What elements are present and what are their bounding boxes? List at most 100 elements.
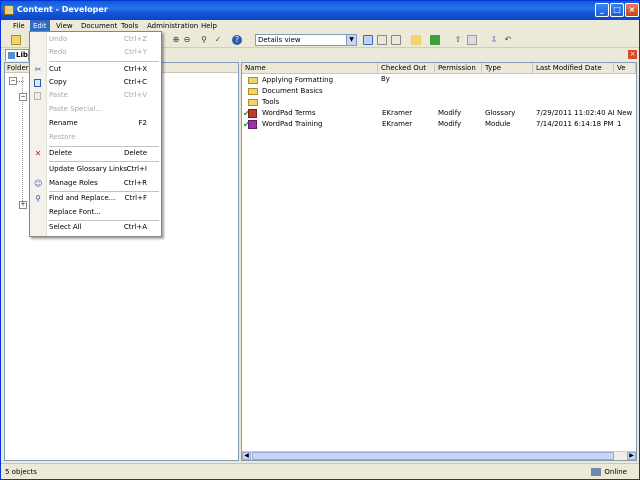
close-button[interactable]: × [625, 3, 639, 17]
scissors-icon: ✂ [34, 65, 42, 74]
menu-item-label: Paste Special... [49, 105, 103, 113]
column-header-permission[interactable]: Permission [435, 63, 482, 74]
folder-icon [248, 77, 258, 84]
copy-icon [34, 79, 41, 87]
row-name: WordPad Terms [262, 109, 316, 117]
menu-help[interactable]: Help [198, 20, 220, 32]
module-icon [248, 120, 257, 129]
menu-item-delete[interactable]: ✕ Delete Delete [30, 147, 161, 160]
status-bar: 5 objects Online [1, 463, 639, 479]
layout-vertical-icon[interactable] [391, 35, 401, 45]
menu-item-paste-special[interactable]: Paste Special... [30, 103, 161, 116]
row-name: Applying Formatting [262, 76, 334, 84]
column-header-checked-out-by[interactable]: Checked Out By [378, 63, 435, 83]
move-up-icon[interactable]: ⇧ [453, 35, 463, 45]
menu-item-shortcut: Ctrl+A [123, 223, 147, 231]
column-header-name[interactable]: Name [242, 63, 378, 74]
properties-icon[interactable] [467, 35, 477, 45]
refresh-icon[interactable] [430, 35, 440, 45]
row-modified: 7/14/2011 6:14:18 PM [536, 120, 614, 128]
menu-item-label: Manage Roles [49, 179, 98, 187]
edit-menu-dropdown: Undo Ctrl+Z Redo Ctrl+Y ✂ Cut Ctrl+X Cop… [29, 31, 162, 237]
column-header-last-modified[interactable]: Last Modified Date [533, 63, 614, 74]
menu-item-label: Paste [49, 91, 68, 99]
roles-icon: ☺ [34, 179, 43, 188]
menu-item-select-all[interactable]: Select All Ctrl+A [30, 221, 161, 234]
content-list-pane[interactable]: Name Checked Out By Permission Type Last… [241, 62, 637, 461]
row-version: 1 [617, 120, 622, 128]
scroll-right-icon[interactable]: ▶ [627, 452, 636, 460]
menu-item-shortcut: Ctrl+V [123, 91, 147, 99]
menu-item-shortcut: F2 [138, 119, 147, 127]
layout-single-icon[interactable] [363, 35, 373, 45]
spellcheck-icon[interactable]: ✓ [213, 35, 223, 45]
menu-item-paste[interactable]: Paste Ctrl+V [30, 89, 161, 102]
menu-item-label: Delete [49, 149, 72, 157]
menu-item-rename[interactable]: Rename F2 [30, 117, 161, 130]
menu-item-undo[interactable]: Undo Ctrl+Z [30, 33, 161, 46]
publish-icon[interactable] [411, 35, 421, 45]
help-icon[interactable]: ? [232, 35, 242, 45]
view-select[interactable]: Details view ▼ [255, 34, 357, 46]
menu-item-find-replace[interactable]: ⚲ Find and Replace... Ctrl+F [30, 192, 161, 205]
list-row[interactable]: Tools [242, 97, 636, 108]
title-bar[interactable]: Content - Developer _ □ × [1, 1, 639, 20]
layout-horizontal-icon[interactable] [377, 35, 387, 45]
tree-expand-icon[interactable]: + [19, 201, 27, 209]
maximize-button[interactable]: □ [610, 3, 624, 17]
scrollbar-thumb[interactable] [252, 452, 614, 460]
scroll-left-icon[interactable]: ◀ [242, 452, 251, 460]
row-name: Tools [262, 98, 280, 106]
row-name: Document Basics [262, 87, 323, 95]
menu-item-shortcut: Ctrl+F [124, 194, 147, 202]
menu-item-shortcut: Ctrl+X [123, 65, 147, 73]
column-header-version[interactable]: Ve [614, 63, 636, 74]
list-row[interactable]: ✔ WordPad Training EKramer Modify Module… [242, 119, 636, 130]
open-folder-icon[interactable] [11, 35, 21, 45]
menu-item-shortcut: Ctrl+C [123, 78, 147, 86]
minimize-button[interactable]: _ [595, 3, 609, 17]
row-permission: Modify [438, 120, 462, 128]
list-row[interactable]: Document Basics [242, 86, 636, 97]
menu-item-label: Restore [49, 133, 76, 141]
find-icon[interactable]: ⚲ [199, 35, 209, 45]
list-row[interactable]: ✔ WordPad Terms EKramer Modify Glossary … [242, 108, 636, 119]
menu-item-redo[interactable]: Redo Ctrl+Y [30, 46, 161, 59]
row-checked-out-by: EKramer [382, 120, 413, 128]
tab-library-label: Lib [16, 51, 28, 59]
menu-item-update-glossary-links[interactable]: Update Glossary Links Ctrl+I [30, 163, 161, 176]
check-in-icon[interactable]: ⇩ [489, 35, 499, 45]
close-tab-icon[interactable]: × [628, 50, 637, 59]
folder-icon [248, 99, 258, 106]
expand-icon[interactable]: ⊕ [171, 35, 181, 45]
tree-collapse-icon[interactable]: − [9, 77, 17, 85]
menu-item-label: Redo [49, 48, 67, 56]
menu-item-shortcut: Ctrl+Z [123, 35, 147, 43]
horizontal-scrollbar[interactable]: ◀ ▶ [242, 451, 636, 460]
menu-item-label: Undo [49, 35, 68, 43]
menu-item-shortcut: Delete [124, 149, 147, 157]
menu-item-restore[interactable]: Restore [30, 131, 161, 144]
tab-library[interactable]: Lib [5, 49, 29, 61]
menu-separator [49, 61, 159, 62]
row-modified: 7/29/2011 11:02:40 AM [536, 109, 614, 117]
menu-item-label: Copy [49, 78, 67, 86]
app-icon [4, 5, 14, 15]
status-object-count: 5 objects [5, 468, 37, 476]
menu-item-shortcut: Ctrl+R [123, 179, 147, 187]
list-row[interactable]: Applying Formatting [242, 75, 636, 86]
menu-item-copy[interactable]: Copy Ctrl+C [30, 76, 161, 89]
undo-checkout-icon[interactable]: ↶ [503, 35, 513, 45]
chevron-down-icon[interactable]: ▼ [346, 35, 356, 45]
menu-item-manage-roles[interactable]: ☺ Manage Roles Ctrl+R [30, 177, 161, 190]
column-header-type[interactable]: Type [482, 63, 533, 74]
tree-collapse-icon[interactable]: − [19, 93, 27, 101]
menu-item-cut[interactable]: ✂ Cut Ctrl+X [30, 63, 161, 76]
app-window: Content - Developer _ □ × File Edit View… [0, 0, 640, 480]
delete-icon: ✕ [34, 149, 42, 158]
menu-file[interactable]: File [10, 20, 28, 32]
menu-item-replace-font[interactable]: Replace Font... [30, 206, 161, 219]
paste-icon [34, 92, 41, 100]
library-icon [8, 52, 15, 59]
collapse-icon[interactable]: ⊖ [182, 35, 192, 45]
